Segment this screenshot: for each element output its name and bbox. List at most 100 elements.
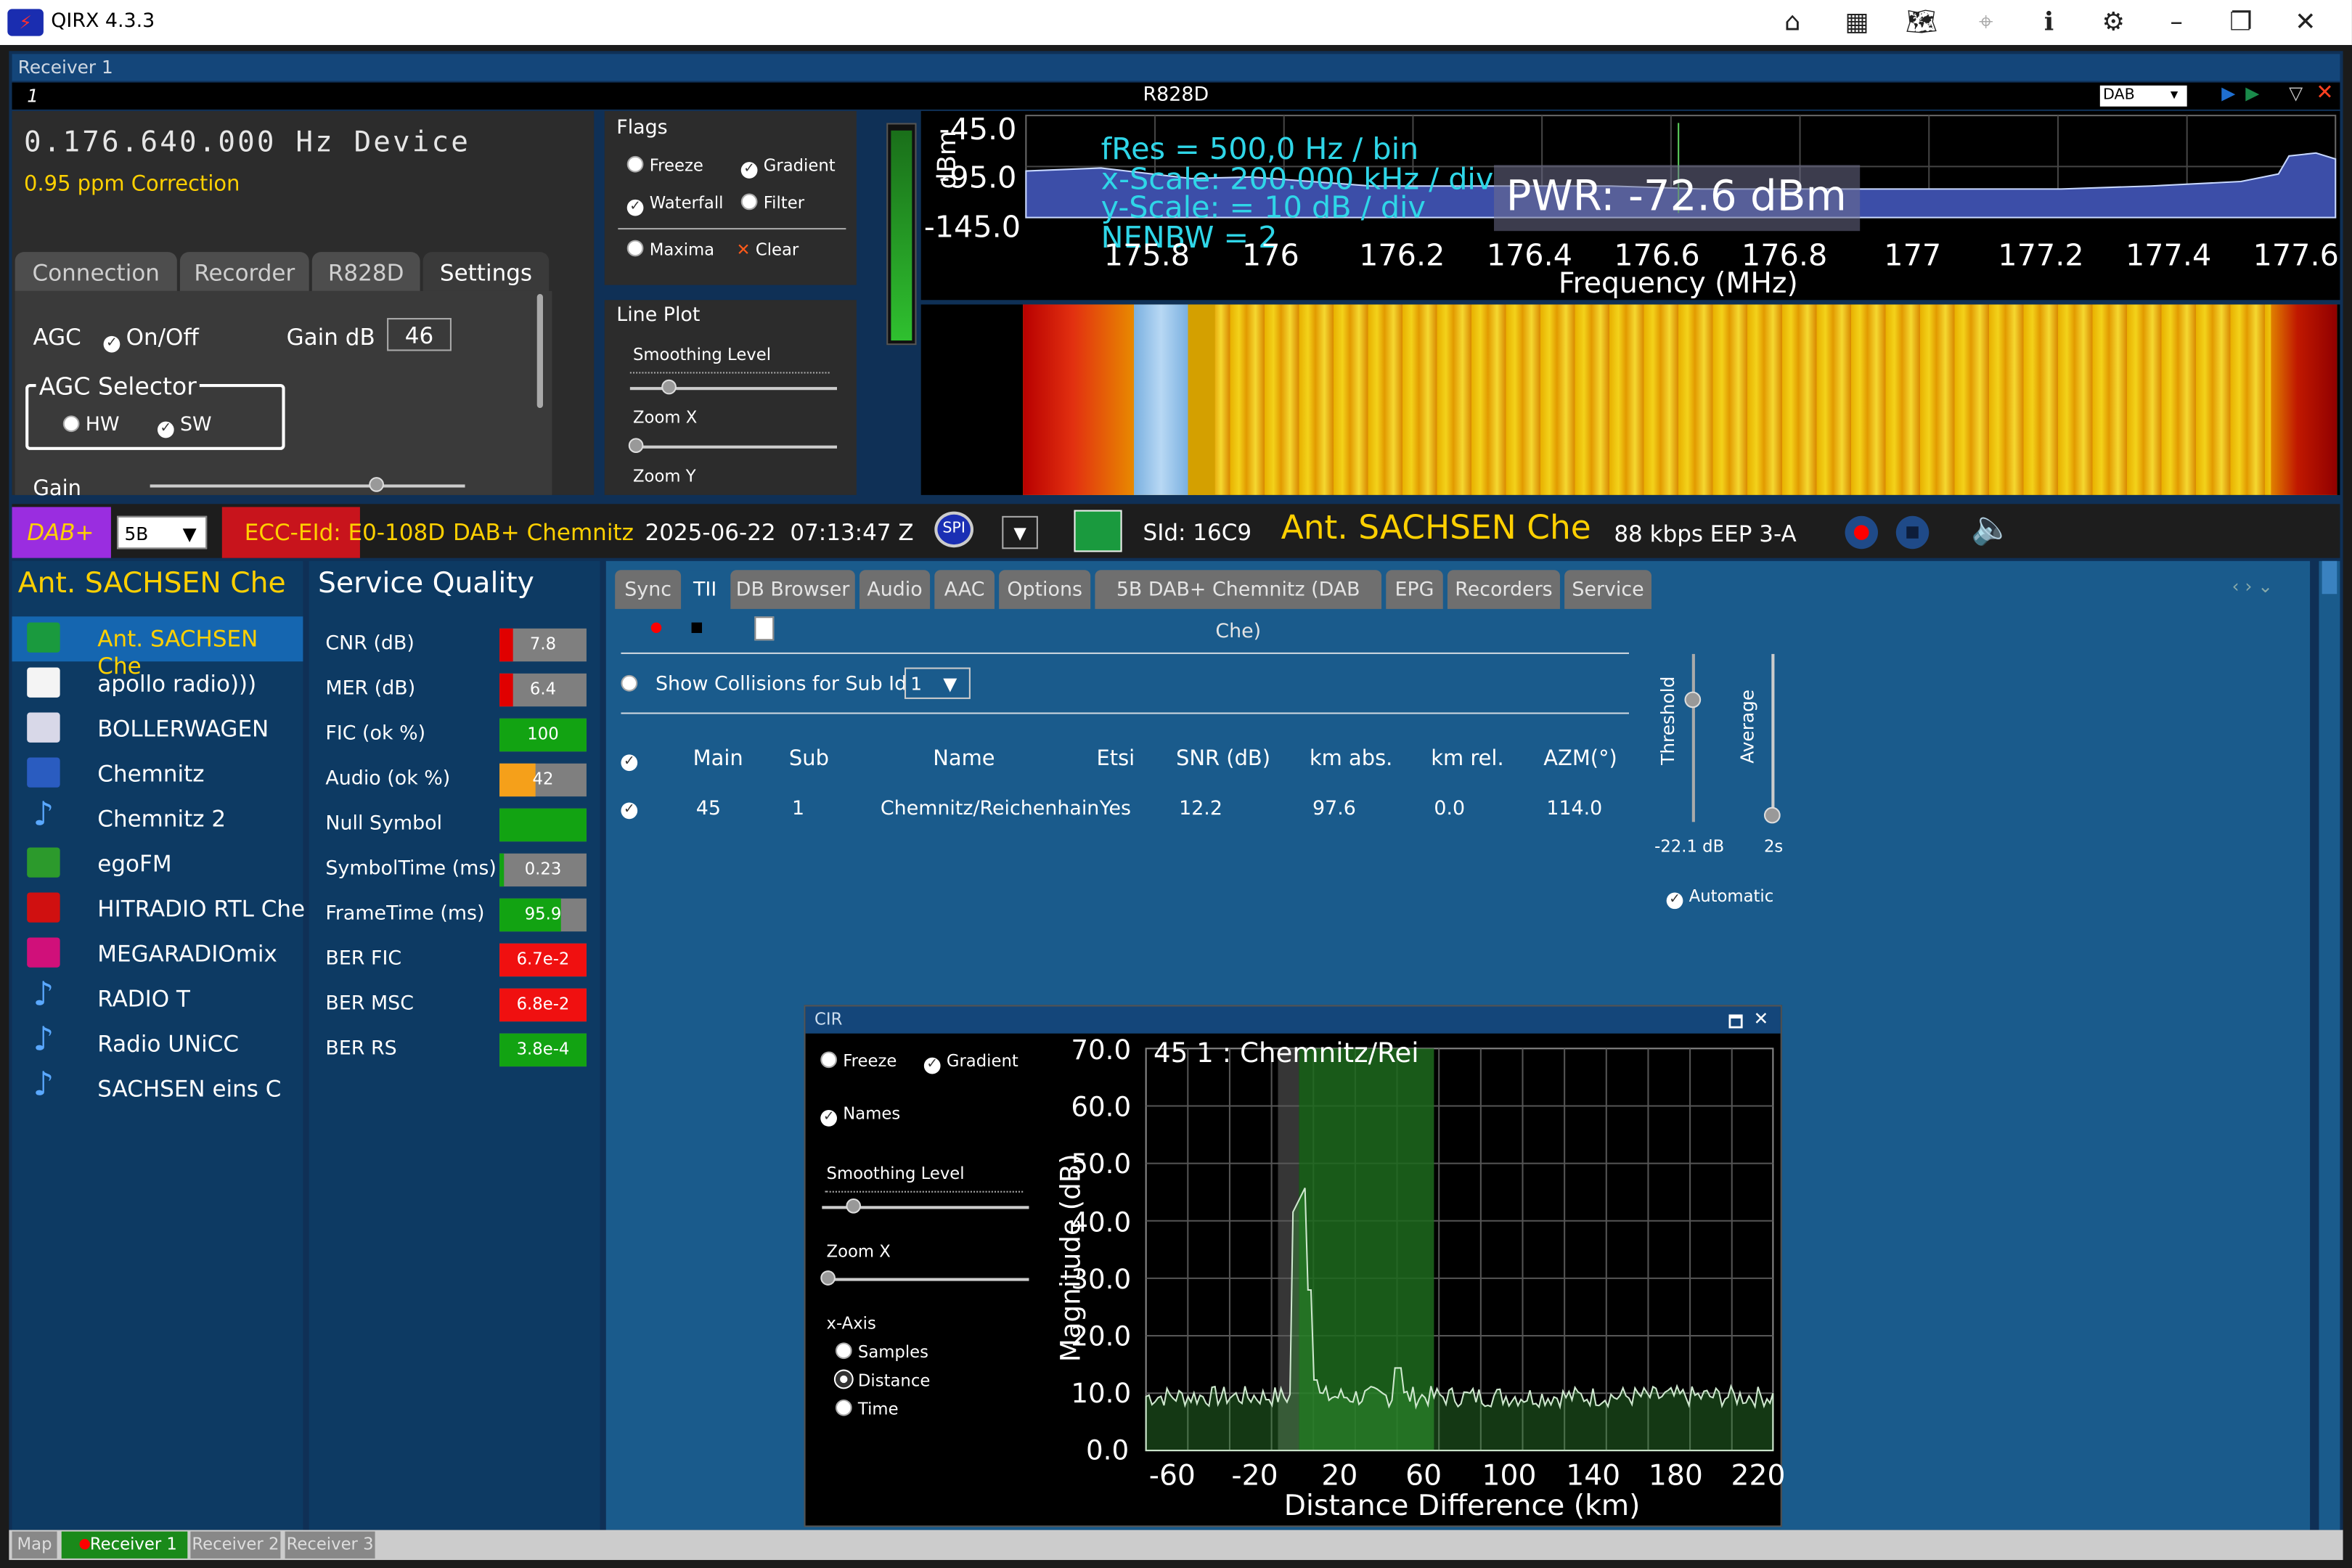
- gain-input[interactable]: 46: [387, 318, 452, 351]
- tii-column-header[interactable]: km abs.: [1310, 747, 1392, 771]
- hw-radio[interactable]: HW: [62, 414, 120, 436]
- threshold-slider[interactable]: [1691, 653, 1695, 822]
- tab-map[interactable]: Map: [12, 1531, 57, 1559]
- average-knob[interactable]: [1763, 807, 1781, 824]
- header-check-icon[interactable]: ✓: [621, 747, 643, 772]
- tab-options[interactable]: Options: [999, 570, 1091, 609]
- record-button[interactable]: [1845, 515, 1879, 550]
- close-icon[interactable]: ✕: [1754, 1008, 1769, 1029]
- show-collisions-radio[interactable]: Show Collisions for Sub Id: [621, 674, 907, 696]
- tab-audio[interactable]: Audio: [859, 570, 931, 609]
- maximize-icon[interactable]: 🗖: [1728, 1010, 1744, 1038]
- tii-column-header[interactable]: Name: [933, 747, 995, 771]
- cir-freeze-radio[interactable]: Freeze: [820, 1051, 897, 1071]
- stop-square-icon[interactable]: [691, 622, 703, 633]
- row-check-icon[interactable]: ✓: [621, 795, 643, 820]
- cir-names-check[interactable]: ✓ Names: [820, 1104, 900, 1127]
- automatic-check[interactable]: ✓ Automatic: [1666, 886, 1773, 910]
- mode-dropdown[interactable]: DAB ▾: [2099, 85, 2187, 107]
- frequency-display[interactable]: 0.176.640.000 Hz Device: [24, 126, 470, 159]
- tii-column-header[interactable]: Sub: [789, 747, 829, 771]
- waterfall-check[interactable]: ✓ Waterfall: [626, 194, 723, 216]
- freeze-radio[interactable]: Freeze: [626, 155, 703, 176]
- collapse-icon[interactable]: ▽: [2289, 83, 2303, 104]
- close-icon[interactable]: ✕: [2289, 6, 2322, 38]
- service-item[interactable]: apollo radio))): [27, 661, 306, 706]
- gain-slider[interactable]: [150, 484, 465, 488]
- tii-column-header[interactable]: SNR (dB): [1176, 747, 1270, 771]
- service-dropdown-toggle[interactable]: ▼: [1002, 515, 1038, 550]
- service-item[interactable]: ♪ Radio UNiCC: [27, 1021, 306, 1066]
- average-slider[interactable]: [1771, 653, 1775, 822]
- service-item[interactable]: ♪ SACHSEN eins C: [27, 1066, 306, 1111]
- clear-button[interactable]: ✕ Clear: [737, 240, 799, 260]
- tab-r828d[interactable]: R828D: [311, 252, 420, 291]
- service-item[interactable]: Chemnitz: [27, 751, 306, 796]
- map-icon[interactable]: 🗺: [1905, 6, 1938, 38]
- service-item[interactable]: ♪ RADIO T: [27, 976, 306, 1021]
- minimize-icon[interactable]: –: [2160, 6, 2192, 38]
- tab-epg[interactable]: EPG: [1386, 570, 1443, 609]
- spectrum-plot[interactable]: -45.0 -95.0 -145.0 dBm fRes = 500,0 Hz /…: [920, 110, 2340, 301]
- info-icon[interactable]: ℹ: [2033, 6, 2065, 38]
- play-green-icon[interactable]: ▶: [2245, 83, 2259, 104]
- service-item[interactable]: MEGARADIOmix: [27, 931, 306, 976]
- stop-button[interactable]: [1895, 515, 1930, 550]
- tab-settings[interactable]: Settings: [422, 252, 550, 291]
- sw-radio[interactable]: ✓ SW: [157, 414, 212, 438]
- tab-receiver-2[interactable]: Receiver 2: [190, 1531, 281, 1559]
- time-radio[interactable]: Time: [835, 1399, 899, 1419]
- record-dot-icon[interactable]: [650, 622, 662, 633]
- gain-slider-knob[interactable]: [369, 477, 384, 492]
- speaker-icon[interactable]: 🔈: [1971, 510, 2012, 548]
- tab-aac[interactable]: AAC: [934, 570, 995, 609]
- sub-id-dropdown[interactable]: 1 ▼: [904, 667, 971, 699]
- layout-icon[interactable]: ▦: [1840, 6, 1873, 38]
- tii-column-header[interactable]: Etsi: [1096, 747, 1135, 771]
- gradient-check[interactable]: ✓ Gradient: [740, 156, 836, 179]
- tab-tii[interactable]: TII: [684, 570, 727, 609]
- document-icon[interactable]: [754, 616, 775, 641]
- scrollbar[interactable]: [536, 293, 544, 409]
- tab-connection[interactable]: Connection: [15, 252, 177, 291]
- tii-column-header[interactable]: Main: [693, 747, 743, 771]
- tab-recorder[interactable]: Recorder: [179, 252, 309, 291]
- agc-toggle[interactable]: ✓ On/Off: [103, 324, 199, 353]
- satellite-icon[interactable]: ⌖: [1969, 6, 2002, 38]
- zoomx-slider[interactable]: [629, 445, 837, 449]
- smoothing-knob[interactable]: [661, 379, 677, 395]
- service-item[interactable]: Ant. SACHSEN Che: [27, 616, 306, 679]
- play-icon[interactable]: ▶: [2221, 83, 2235, 104]
- tab-5b-dab-chemnitz-dab-che-[interactable]: 5B DAB+ Chemnitz (DAB Che): [1095, 570, 1382, 643]
- tii-column-header[interactable]: km rel.: [1431, 747, 1503, 771]
- cir-plot[interactable]: 45 1 : Chemnitz/Rei 70.0 60.0 50.0 40.0 …: [1041, 1035, 1786, 1527]
- cir-zoomx-knob[interactable]: [820, 1270, 836, 1286]
- distance-radio[interactable]: Distance: [835, 1371, 930, 1390]
- service-item[interactable]: BOLLERWAGEN: [27, 706, 306, 751]
- filter-radio[interactable]: Filter: [740, 193, 804, 213]
- settings-icon[interactable]: ⚙: [2097, 6, 2130, 38]
- restore-icon[interactable]: ❐: [2224, 6, 2257, 38]
- close-panel-icon[interactable]: ✕: [2316, 81, 2333, 105]
- channel-dropdown[interactable]: 5B ▼: [117, 515, 208, 550]
- tab-db-browser[interactable]: DB Browser: [730, 570, 855, 609]
- service-item[interactable]: HITRADIO RTL Che: [27, 886, 306, 931]
- tii-column-header[interactable]: AZM(°): [1543, 747, 1617, 771]
- home-icon[interactable]: ⌂: [1776, 6, 1808, 38]
- cir-smoothing-knob[interactable]: [846, 1198, 862, 1214]
- samples-radio[interactable]: Samples: [835, 1342, 928, 1362]
- tab-receiver-1[interactable]: Receiver 1: [61, 1531, 188, 1559]
- waterfall-plot[interactable]: [920, 304, 2340, 495]
- cir-zoomx-slider[interactable]: [822, 1278, 1029, 1281]
- tab-service[interactable]: Service: [1564, 570, 1651, 609]
- service-item[interactable]: ♪ Chemnitz 2: [27, 796, 306, 841]
- zoomx-knob[interactable]: [628, 438, 644, 454]
- tab-scroll-icons[interactable]: ‹ › ⌄: [2232, 576, 2273, 597]
- cir-gradient-check[interactable]: ✓ Gradient: [923, 1051, 1018, 1074]
- maxima-radio[interactable]: Maxima: [626, 240, 714, 259]
- scrollbar-thumb[interactable]: [2322, 560, 2337, 595]
- threshold-knob[interactable]: [1684, 691, 1702, 709]
- tab-receiver-3[interactable]: Receiver 3: [285, 1531, 375, 1559]
- tab-recorders[interactable]: Recorders: [1447, 570, 1560, 609]
- service-item[interactable]: egoFM: [27, 841, 306, 886]
